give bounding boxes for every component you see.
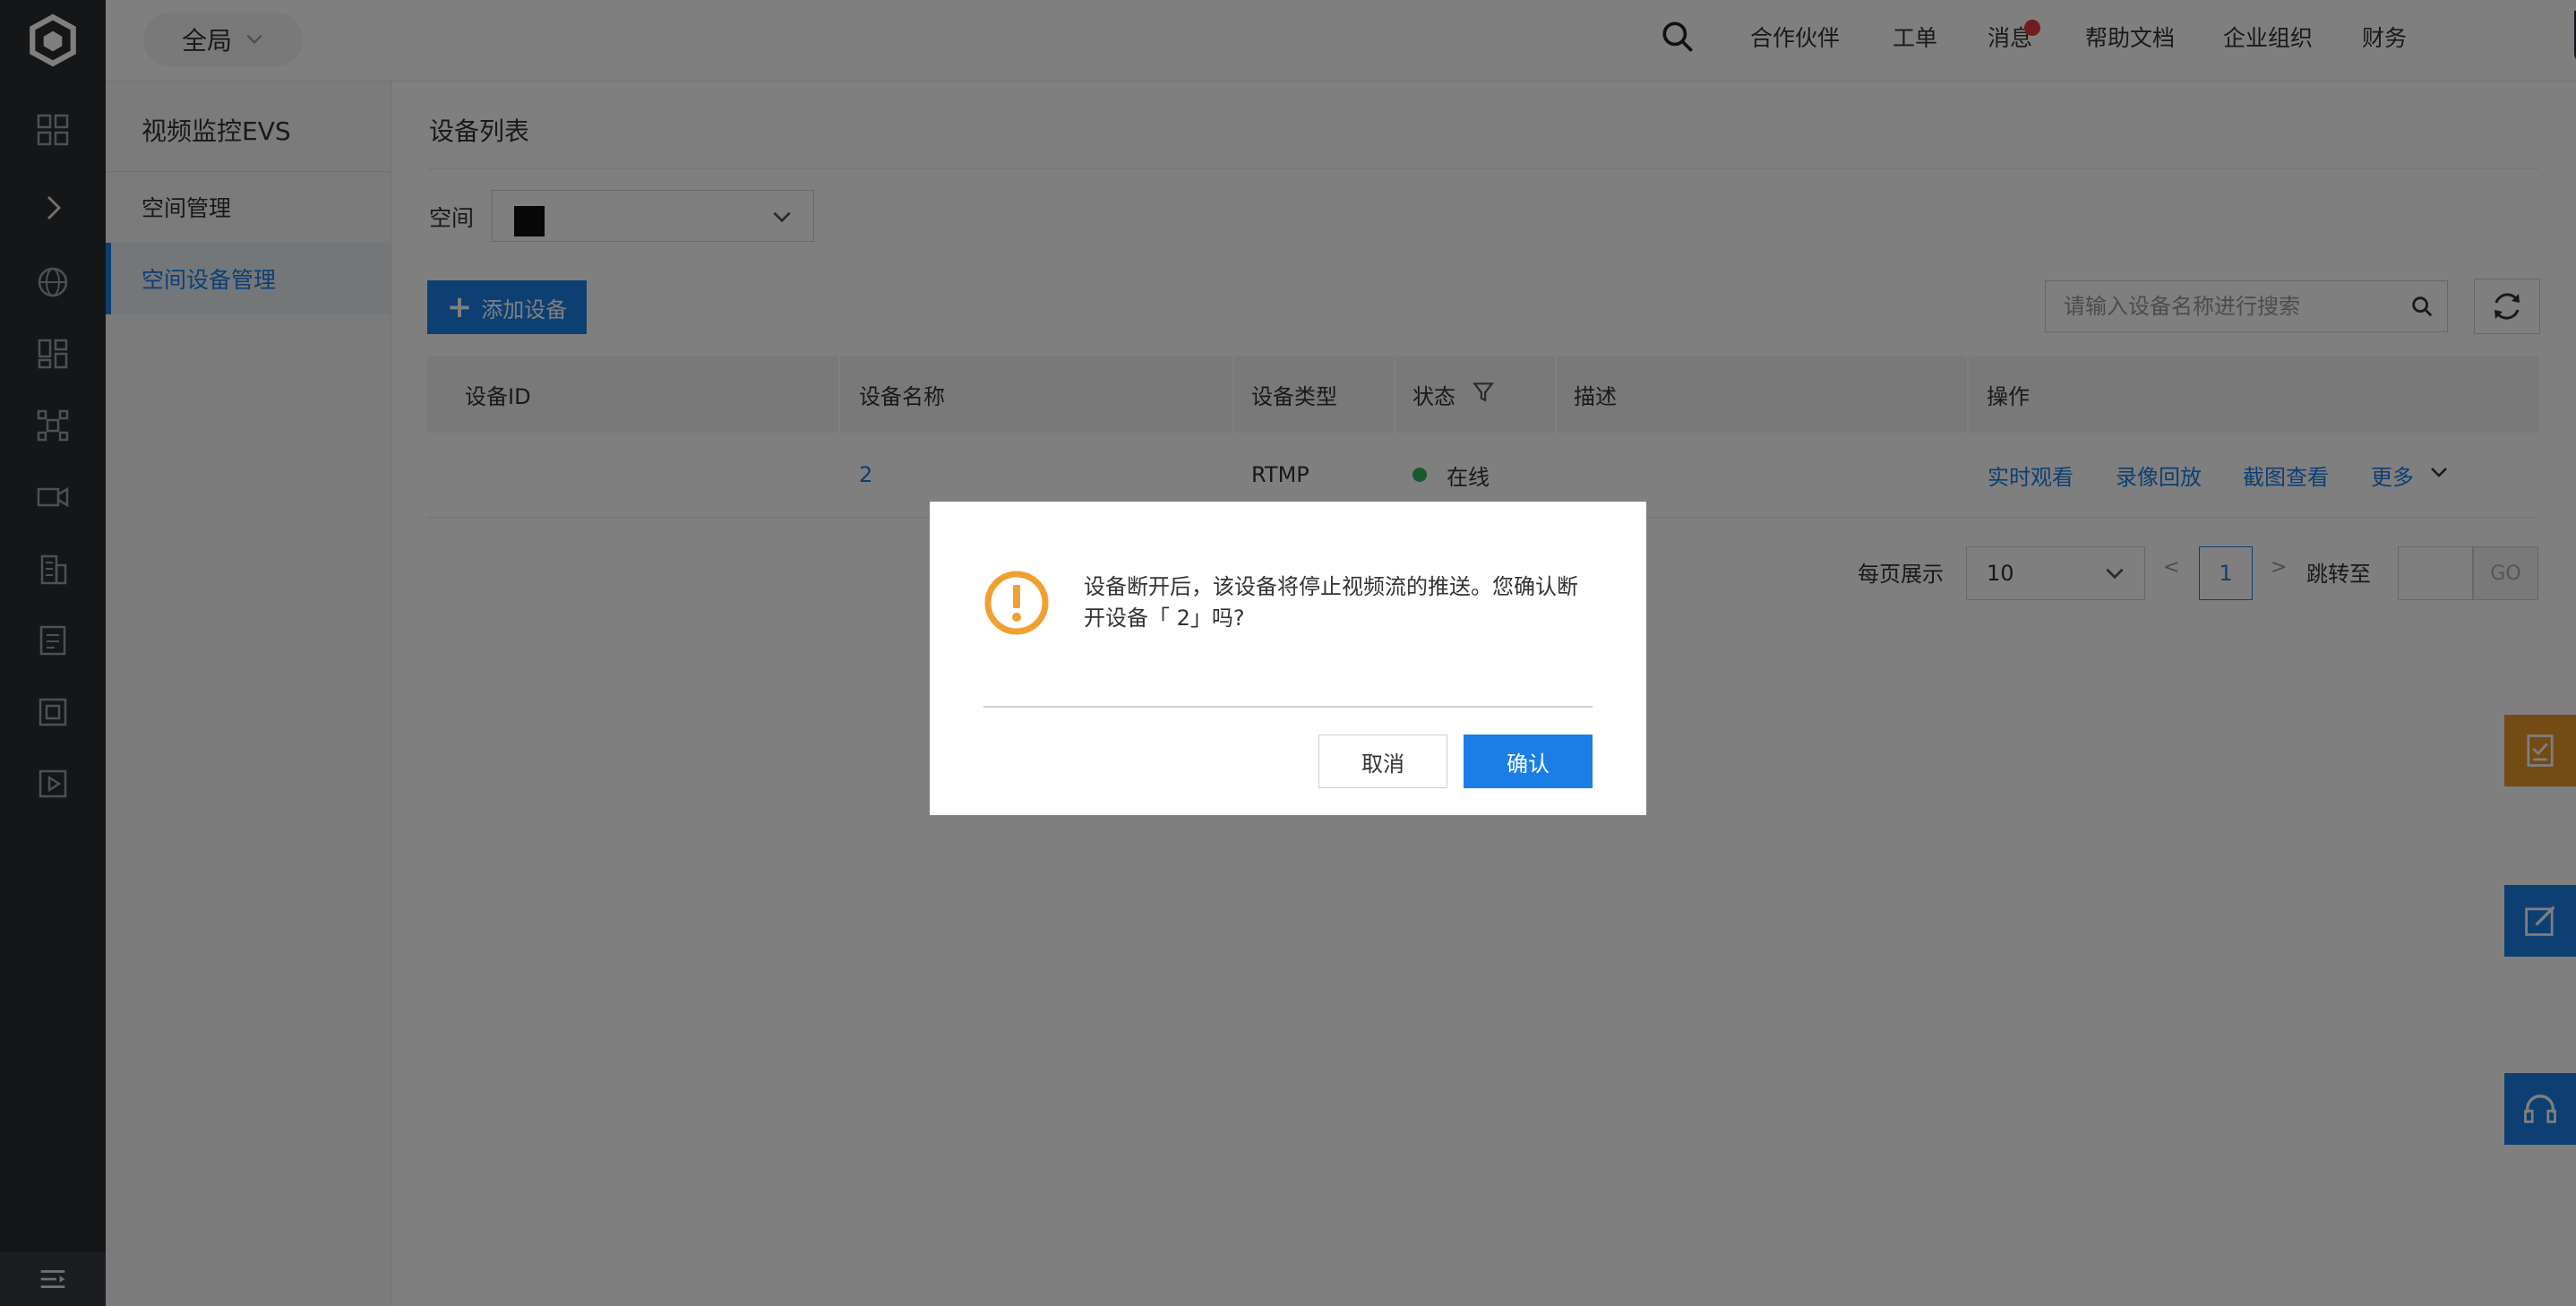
confirm-dialog: 设备断开后，该设备将停止视频流的推送。您确认断开设备「 2」吗? 取消 确认 xyxy=(930,502,1646,815)
cancel-button[interactable]: 取消 xyxy=(1318,735,1447,788)
confirm-button[interactable]: 确认 xyxy=(1464,735,1593,788)
divider xyxy=(983,706,1593,708)
warning-icon xyxy=(983,570,1050,636)
dialog-message: 设备断开后，该设备将停止视频流的推送。您确认断开设备「 2」吗? xyxy=(1084,574,1578,631)
